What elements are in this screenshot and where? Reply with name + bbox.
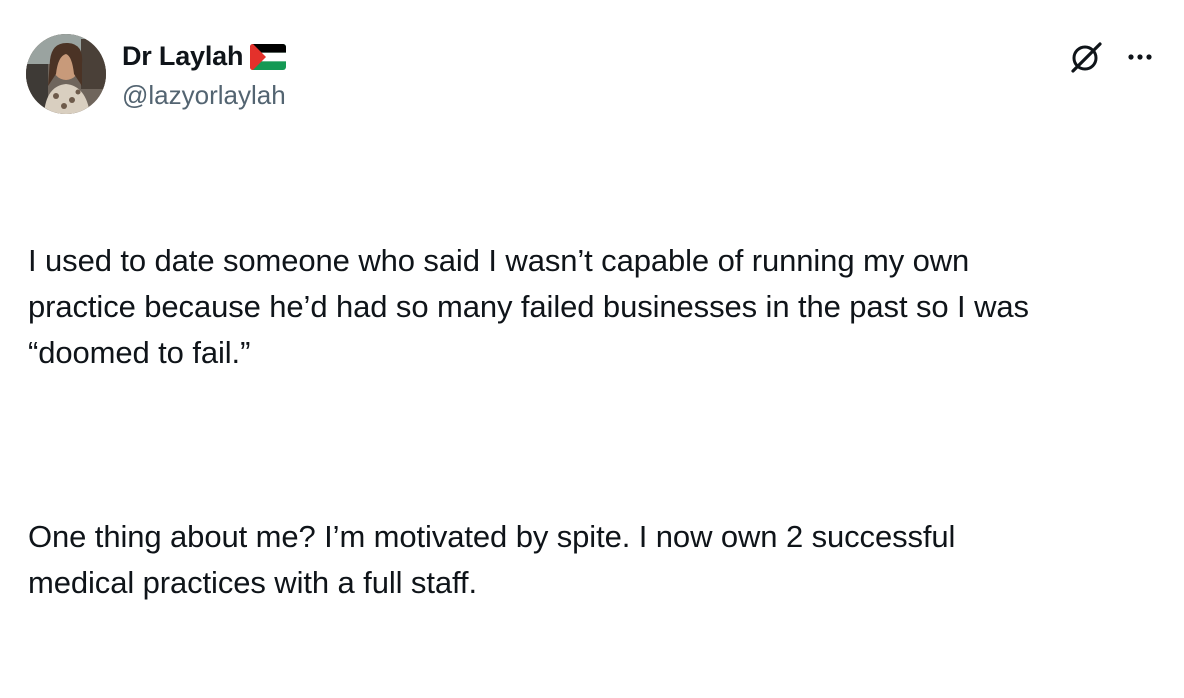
palestine-flag-icon bbox=[250, 44, 287, 70]
more-options-icon[interactable] bbox=[1123, 40, 1157, 74]
author-name-row[interactable]: Dr Laylah bbox=[122, 38, 287, 74]
tweet-text: I used to date someone who said I wasn’t… bbox=[28, 146, 1168, 698]
avatar[interactable] bbox=[26, 34, 106, 114]
tweet-paragraph: I used to date someone who said I wasn’t… bbox=[28, 243, 1029, 370]
tweet-card: Dr Laylah @lazyorlaylah I used to date s… bbox=[0, 0, 1184, 600]
avatar-image bbox=[26, 34, 106, 114]
author-handle[interactable]: @lazyorlaylah bbox=[122, 78, 286, 112]
display-name[interactable]: Dr Laylah bbox=[122, 38, 243, 74]
tweet-paragraph: One thing about me? I’m motivated by spi… bbox=[28, 519, 956, 600]
grok-icon[interactable] bbox=[1067, 38, 1105, 76]
